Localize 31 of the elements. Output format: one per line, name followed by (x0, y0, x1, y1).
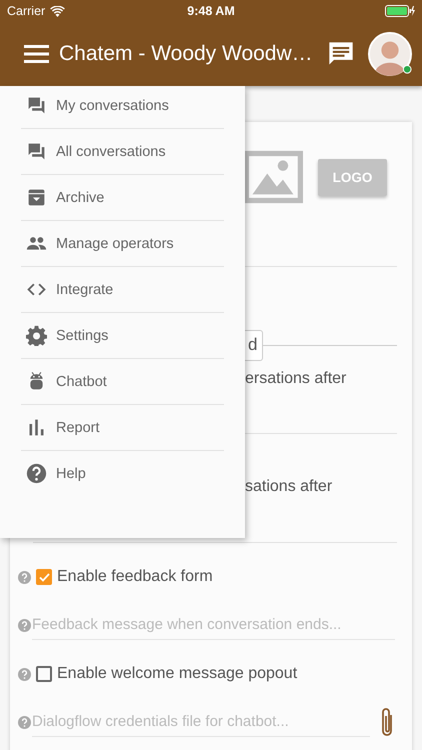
settings-icon (26, 325, 47, 346)
checkbox[interactable] (36, 569, 52, 585)
avatar[interactable] (368, 32, 412, 76)
setting-text: sations after (245, 478, 334, 497)
help-icon (26, 463, 47, 484)
wifi-icon (50, 6, 66, 16)
battery-icon (385, 5, 415, 17)
archive-icon (26, 187, 47, 208)
text-field[interactable]: Dialogflow credentials file for chatbot... (32, 707, 370, 737)
paperclip-icon[interactable] (379, 707, 395, 737)
app-title: Chatem - Woody Woodw… (59, 42, 314, 66)
chat-bubbles-icon (26, 141, 47, 162)
menu-item[interactable]: Help (21, 451, 224, 496)
text-field[interactable]: Feedback message when conversation ends... (32, 610, 395, 640)
checkbox[interactable] (36, 666, 52, 682)
menu-item[interactable]: Archive (21, 175, 224, 221)
checkbox-label: Enable welcome message popout (57, 665, 298, 683)
menu-item[interactable]: Manage operators (21, 221, 224, 267)
carrier-label: Carrier (7, 4, 46, 18)
menu-icon[interactable] (24, 45, 49, 63)
clock-time: 9:48 AM (187, 4, 235, 18)
menu-item[interactable]: My conversations (21, 83, 224, 129)
checkbox-label: Enable feedback form (57, 568, 213, 586)
menu-item[interactable]: Chatbot (21, 359, 224, 405)
tab-label[interactable]: d (245, 330, 264, 361)
menu-item[interactable]: All conversations (21, 129, 224, 175)
menu-item[interactable]: Settings (21, 313, 224, 359)
menu-item[interactable]: Integrate (21, 267, 224, 313)
setting-text: ersations after (245, 370, 348, 389)
menu-item[interactable]: Report (21, 405, 224, 451)
chat-bubbles-icon (26, 95, 47, 116)
